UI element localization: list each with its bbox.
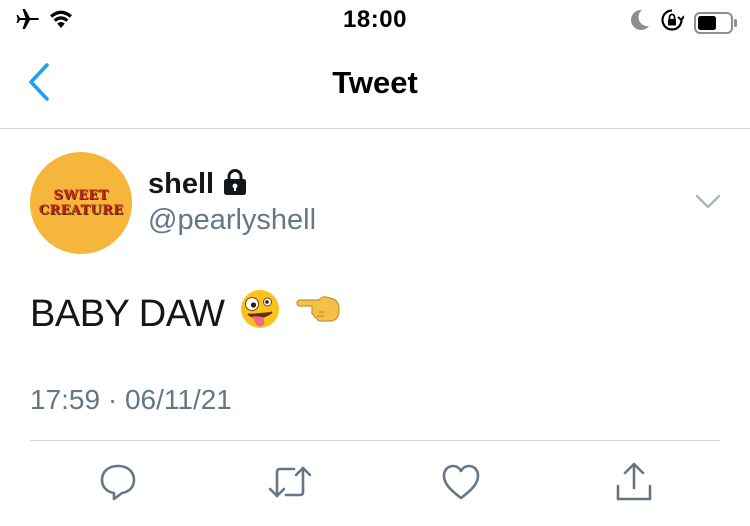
share-button[interactable] <box>610 460 658 508</box>
share-icon <box>614 461 654 508</box>
chevron-down-icon <box>694 194 722 216</box>
retweet-icon <box>267 462 313 507</box>
author-row: shell <box>148 168 248 201</box>
pointing-left-emoji <box>295 292 341 336</box>
avatar-text-line2: CREATURE <box>38 203 124 218</box>
tweet-actions <box>0 460 750 512</box>
tweet-options-button[interactable] <box>694 192 722 212</box>
divider <box>30 440 720 441</box>
reply-button[interactable] <box>94 460 142 508</box>
orientation-lock-icon <box>660 8 685 37</box>
reply-icon <box>98 462 138 507</box>
author-handle[interactable]: @pearlyshell <box>148 204 316 237</box>
like-icon <box>441 463 481 506</box>
moon-icon <box>630 9 650 36</box>
tweet-timestamp: 17:59 · 06/11/21 <box>30 384 232 415</box>
status-right <box>630 8 737 37</box>
tweet-text-content: BABY DAW <box>30 292 225 335</box>
battery-icon <box>694 11 737 34</box>
lock-icon <box>222 168 248 201</box>
avatar[interactable]: SWEET CREATURE <box>30 152 132 254</box>
retweet-button[interactable] <box>266 460 314 508</box>
status-bar: 18:00 <box>0 0 750 40</box>
zany-face-emoji <box>239 288 281 340</box>
page-title: Tweet <box>332 65 418 100</box>
like-button[interactable] <box>437 460 485 508</box>
display-name[interactable]: shell <box>148 168 214 201</box>
tweet-text: BABY DAW <box>30 288 341 340</box>
avatar-text-line1: SWEET <box>53 188 109 203</box>
nav-bar: Tweet <box>0 40 750 129</box>
